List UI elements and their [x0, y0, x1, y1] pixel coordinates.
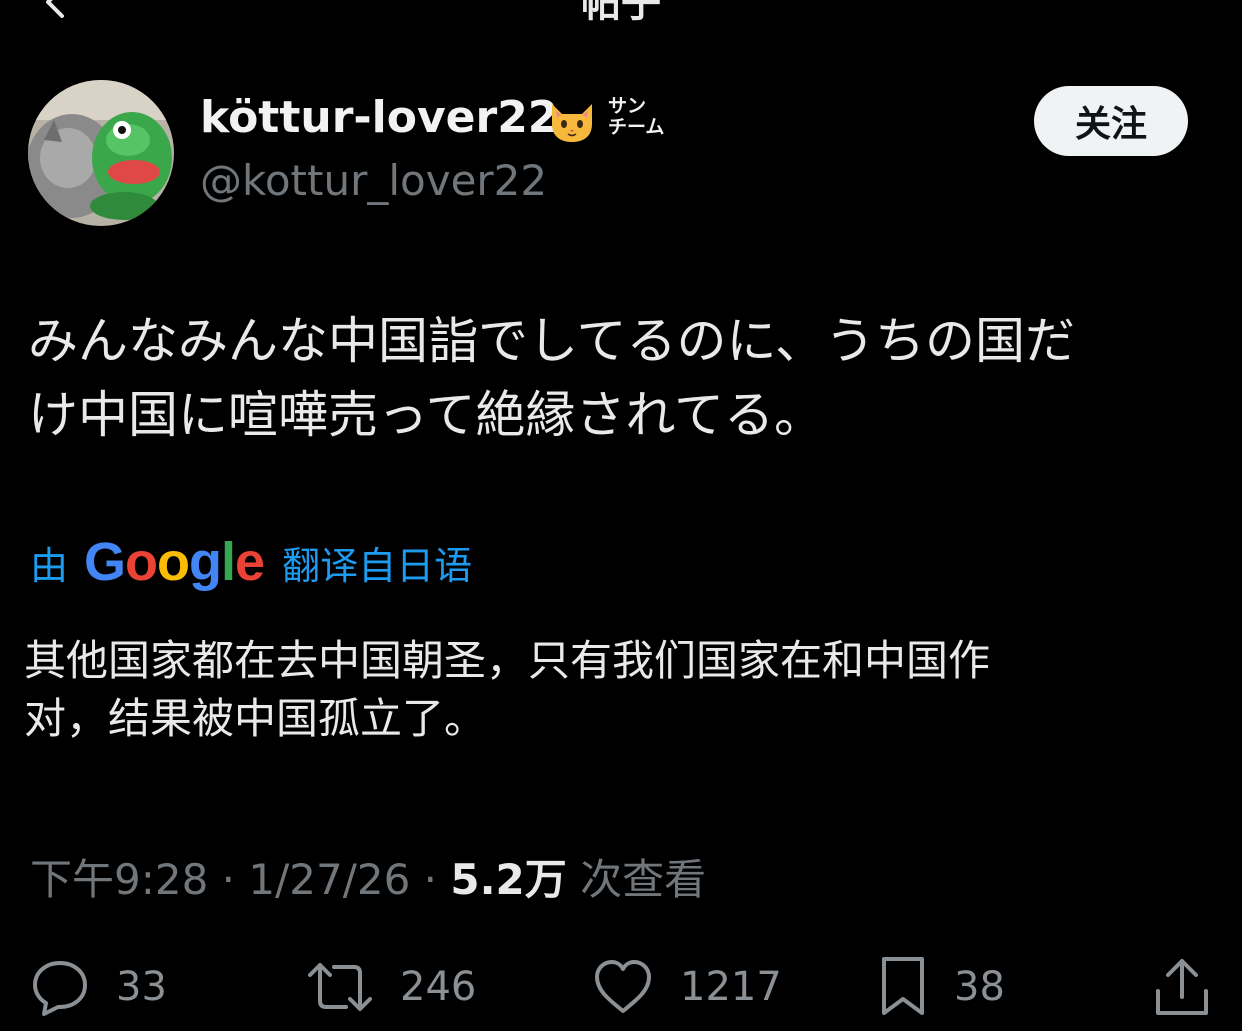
google-logo-letter: l — [221, 532, 236, 592]
bookmark-button[interactable]: 38 — [878, 952, 1005, 1022]
action-bar: 33 246 1217 38 — [0, 952, 1242, 1022]
translated-text: 其他国家都在去中国朝圣，只有我们国家在和中国作 对，结果被中国孤立了。 — [24, 636, 991, 743]
google-logo-letter: e — [235, 532, 265, 592]
page-title: 帖子 — [581, 0, 661, 26]
post-text: みんなみんな中国詣でしてるのに、うちの国だ け中国に喧嘩売って絶縁されてる。 — [28, 312, 1075, 444]
views-label: 次查看 — [566, 855, 707, 904]
repost-icon — [308, 963, 372, 1011]
google-logo-letter: G — [84, 532, 126, 592]
like-count: 1217 — [680, 964, 782, 1010]
bookmark-count: 38 — [954, 964, 1005, 1010]
repost-button[interactable]: 246 — [306, 952, 476, 1022]
google-logo-letter: o — [157, 532, 190, 592]
handle[interactable]: @kottur_lover22 — [200, 156, 547, 205]
heart-icon — [595, 960, 651, 1013]
google-logo-letter: g — [189, 532, 222, 592]
repost-count: 246 — [400, 964, 477, 1010]
reply-count: 33 — [116, 964, 167, 1010]
reply-icon — [33, 961, 87, 1016]
post-time: 下午9:28 — [30, 855, 209, 904]
translation-from-label: 翻译自日语 — [282, 543, 473, 588]
tag-badge: サン チーム — [608, 95, 665, 138]
google-logo-letter: o — [125, 532, 158, 592]
bookmark-icon — [882, 957, 924, 1015]
post-date: 1/27/26 — [248, 855, 411, 904]
display-name[interactable]: köttur-lover22 — [200, 92, 558, 143]
share-button[interactable] — [1152, 952, 1212, 1022]
reply-button[interactable]: 33 — [30, 952, 167, 1022]
top-bar: 帖子 — [0, 0, 1242, 26]
post-meta: 下午9:28 · 1/27/26 · 5.2万 次查看 — [30, 846, 706, 907]
cat-face-icon — [552, 104, 592, 142]
meta-separator: · — [410, 855, 451, 904]
share-icon — [1156, 959, 1208, 1015]
meta-separator: · — [208, 855, 249, 904]
google-logo: Google — [84, 531, 265, 593]
views-count[interactable]: 5.2万 — [450, 855, 566, 904]
follow-button[interactable]: 关注 — [1034, 86, 1188, 156]
translation-by-label: 由 — [30, 543, 69, 588]
avatar[interactable] — [28, 80, 174, 226]
translation-attribution[interactable]: 由 Google 翻译自日语 — [30, 531, 473, 593]
like-button[interactable]: 1217 — [592, 952, 782, 1022]
